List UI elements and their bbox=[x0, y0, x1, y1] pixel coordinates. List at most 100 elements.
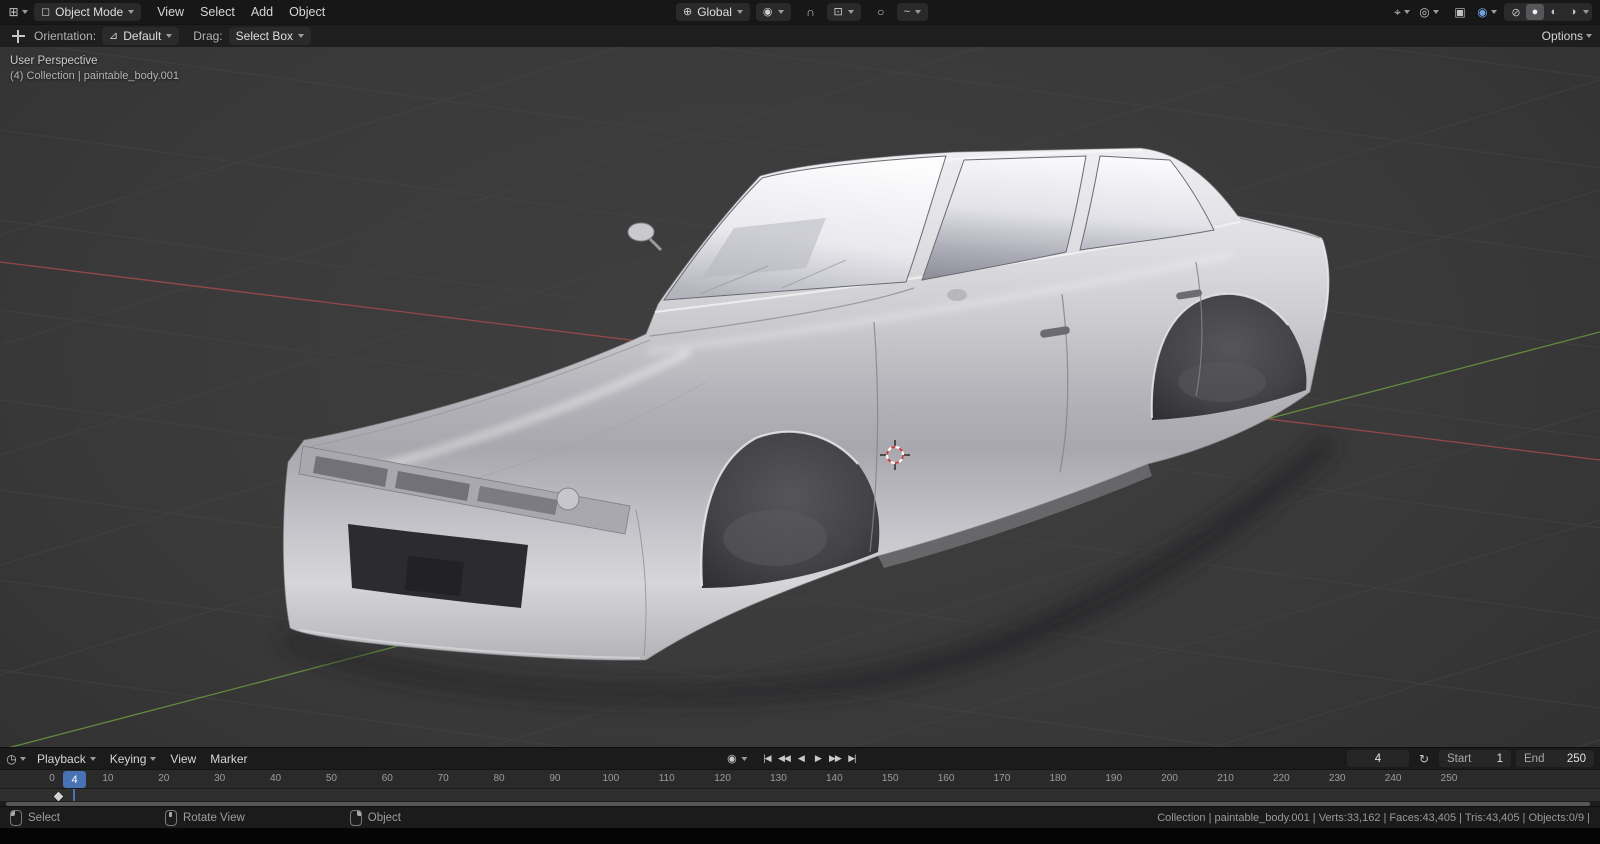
auto-keying-button[interactable]: ◉ bbox=[724, 750, 739, 767]
timeline-track[interactable] bbox=[0, 788, 1600, 803]
frame-end-field[interactable]: End 250 bbox=[1516, 750, 1594, 767]
pivot-point-dropdown[interactable]: ◉ bbox=[755, 3, 791, 21]
tool-orientation-value: Default bbox=[123, 29, 162, 43]
chevron-down-icon bbox=[19, 756, 26, 761]
mode-selector[interactable]: ◻ Object Mode bbox=[34, 3, 142, 21]
shading-solid-button[interactable]: ● bbox=[1526, 4, 1544, 20]
timeline-menu[interactable]: Marker bbox=[203, 751, 254, 767]
frame-tick-label: 150 bbox=[881, 773, 899, 784]
menu-item[interactable]: Object bbox=[281, 3, 333, 21]
frame-tick-label: 120 bbox=[714, 773, 731, 784]
frame-tick-label: 10 bbox=[102, 773, 114, 784]
car-model[interactable] bbox=[280, 147, 1335, 704]
viewport-shading-group: ⊘ ● ◐ ◑ bbox=[1504, 3, 1592, 21]
editor-type-button[interactable]: ⊞ bbox=[8, 3, 28, 21]
chevron-down-icon[interactable] bbox=[741, 756, 748, 761]
frame-tick-label: 70 bbox=[437, 773, 449, 784]
active-object-label: (4) Collection | paintable_body.001 bbox=[10, 70, 179, 82]
frame-tick-label: 90 bbox=[549, 773, 561, 784]
frame-tick-label: 140 bbox=[825, 773, 843, 784]
shading-material-button[interactable]: ◐ bbox=[1545, 4, 1563, 20]
start-label: Start bbox=[1447, 752, 1472, 765]
mouse-middle-icon bbox=[164, 809, 177, 826]
chevron-down-icon bbox=[1490, 10, 1497, 14]
current-frame-field[interactable]: 4 bbox=[1347, 750, 1409, 767]
playhead[interactable]: 4 bbox=[63, 771, 86, 788]
timeline-dropdown-menus: Playback Keying bbox=[30, 751, 163, 767]
frame-tick-label: 220 bbox=[1273, 773, 1290, 784]
proportional-falloff-dropdown[interactable]: ~ bbox=[896, 3, 929, 21]
end-label: End bbox=[1524, 752, 1545, 765]
frame-tick-label: 60 bbox=[381, 773, 393, 784]
drag-label: Drag: bbox=[193, 29, 223, 43]
editor-3d-viewport-icon: ⊞ bbox=[8, 5, 19, 19]
tool-settings-bar: Orientation: ⊿ Default Drag: Select Box … bbox=[0, 24, 1600, 47]
axes-icon: ⊿ bbox=[109, 29, 119, 42]
next-keyframe-button[interactable]: ▶▶ bbox=[827, 750, 842, 767]
timeline-editor-type-button[interactable]: ◷ bbox=[6, 750, 26, 768]
timeline-menu[interactable]: View bbox=[163, 751, 203, 767]
jump-to-start-button[interactable]: |◀ bbox=[759, 750, 774, 767]
viewport-canvas[interactable] bbox=[0, 47, 1600, 747]
mode-label: Object Mode bbox=[55, 5, 124, 19]
timeline-plain-menus: View Marker bbox=[163, 751, 254, 767]
menu-item[interactable]: Add bbox=[243, 3, 281, 21]
frame-tick-label: 250 bbox=[1440, 773, 1458, 784]
sync-range-button[interactable]: ↻ bbox=[1414, 750, 1434, 768]
frame-tick-label: 210 bbox=[1217, 773, 1234, 784]
timeline-editor: ◷ Playback Keying View Marker ◉ |◀ ◀◀ ◀ ▶… bbox=[0, 747, 1600, 807]
frame-tick-label: 190 bbox=[1105, 773, 1123, 784]
overlays-icon: ◎ bbox=[1419, 5, 1430, 19]
headlight-round bbox=[556, 487, 580, 511]
pivot-point-icon: ◉ bbox=[762, 5, 773, 18]
chevron-down-icon bbox=[777, 10, 784, 14]
arch-rear-inner bbox=[1178, 362, 1266, 402]
material-shading-icon: ◐ bbox=[1550, 6, 1558, 18]
chevron-down-icon bbox=[166, 34, 173, 38]
prev-keyframe-button[interactable]: ◀◀ bbox=[776, 750, 791, 767]
frame-tick-label: 80 bbox=[493, 773, 505, 784]
header-menus: View Select Add Object bbox=[149, 3, 333, 21]
timeline-ruler[interactable]: 0 10 20 30 40 50 60 70 80 90 100 110 120 130 140 150 160… bbox=[0, 769, 1600, 788]
options-dropdown[interactable]: Options bbox=[1542, 27, 1592, 45]
mouse-left-icon bbox=[10, 809, 22, 826]
chevron-down-icon bbox=[915, 10, 922, 14]
toggle-xray-button[interactable]: ▣ bbox=[1450, 3, 1470, 21]
shading-rendered-button[interactable]: ◑ bbox=[1564, 4, 1582, 20]
orientation-globe-icon: ⊕ bbox=[683, 5, 693, 18]
material-preview-button[interactable]: ◉ bbox=[1477, 3, 1497, 21]
drag-mode-dropdown[interactable]: Select Box bbox=[228, 27, 312, 45]
chevron-down-icon bbox=[150, 756, 157, 761]
play-button[interactable]: ▶ bbox=[810, 750, 825, 767]
tool-orientation-dropdown[interactable]: ⊿ Default bbox=[102, 27, 180, 45]
proportional-editing-toggle[interactable]: ○ bbox=[871, 3, 891, 21]
snap-toggle[interactable]: ∩ bbox=[801, 3, 821, 21]
frame-start-field[interactable]: Start 1 bbox=[1439, 750, 1511, 767]
timeline-menu[interactable]: Keying bbox=[103, 751, 164, 767]
side-mirror-stalk bbox=[648, 237, 663, 252]
active-tool-button[interactable] bbox=[8, 27, 28, 45]
chevron-down-icon bbox=[128, 10, 135, 14]
snap-target-icon: ⊡ bbox=[833, 5, 843, 18]
viewport-3d[interactable]: User Perspective (4) Collection | painta… bbox=[0, 47, 1600, 747]
solid-shading-icon: ● bbox=[1531, 6, 1539, 18]
jump-to-end-button[interactable]: ▶| bbox=[844, 750, 859, 767]
shading-wireframe-button[interactable]: ⊘ bbox=[1507, 4, 1525, 20]
proportional-editing-icon: ○ bbox=[877, 5, 885, 19]
menu-item[interactable]: View bbox=[149, 3, 192, 21]
frame-tick-label: 130 bbox=[770, 773, 787, 784]
show-gizmo-button[interactable]: ⌖ bbox=[1392, 3, 1412, 21]
play-reverse-button[interactable]: ◀ bbox=[793, 750, 808, 767]
chevron-down-icon[interactable] bbox=[1583, 10, 1589, 14]
frame-range-controls: 4 ↻ Start 1 End 250 bbox=[1347, 750, 1594, 768]
timeline-menu[interactable]: Playback bbox=[30, 751, 103, 767]
show-overlays-button[interactable]: ◎ bbox=[1419, 3, 1439, 21]
status-select-hint: Select bbox=[10, 809, 60, 826]
xray-icon: ▣ bbox=[1454, 5, 1466, 19]
status-bar: Select Rotate View Object Collection | p… bbox=[0, 806, 1600, 828]
menu-item[interactable]: Select bbox=[192, 3, 243, 21]
drag-mode-value: Select Box bbox=[235, 29, 294, 43]
snap-settings-dropdown[interactable]: ⊡ bbox=[826, 3, 861, 21]
transform-orientation-dropdown[interactable]: ⊕ Global bbox=[676, 3, 750, 21]
view-perspective-label: User Perspective bbox=[10, 55, 98, 67]
